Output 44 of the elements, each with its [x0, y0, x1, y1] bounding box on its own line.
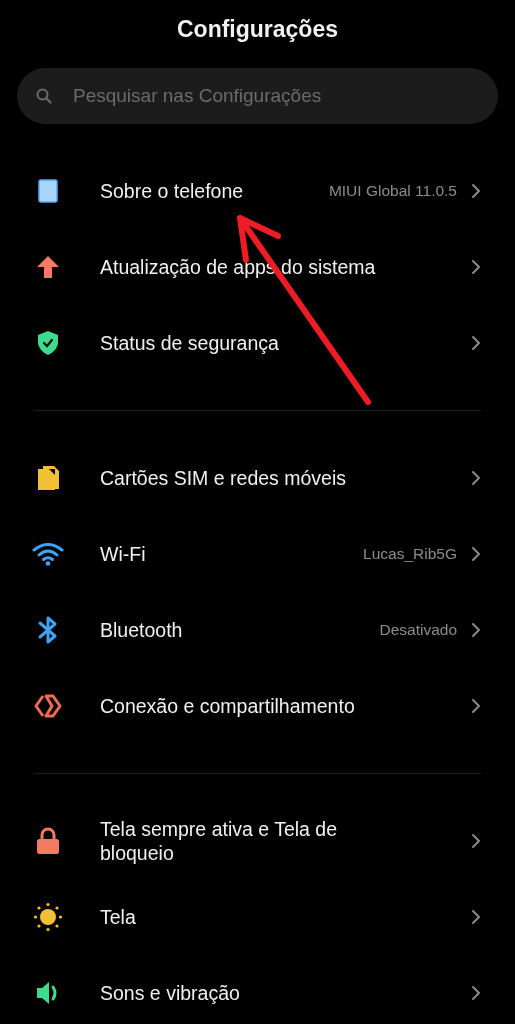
chevron-icon: [471, 909, 481, 925]
settings-item[interactable]: Wi-Fi Lucas_Rib5G: [0, 516, 515, 592]
bluetooth-icon: [37, 615, 59, 645]
item-value: MIUI Global 11.0.5: [328, 182, 457, 200]
item-label: Tela: [100, 905, 136, 929]
sim-card-icon: [36, 465, 60, 491]
chevron-icon: [471, 546, 481, 562]
settings-item[interactable]: Cartões SIM e redes móveis: [0, 440, 515, 516]
chevron-icon: [471, 833, 481, 849]
item-value: Desativado: [379, 621, 457, 639]
chevron-icon: [471, 183, 481, 199]
settings-item[interactable]: Tela sempre ativa e Tela de bloqueio: [0, 803, 515, 879]
chevron-icon: [471, 985, 481, 1001]
settings-item[interactable]: Conexão e compartilhamento: [0, 668, 515, 744]
search-field[interactable]: Pesquisar nas Configurações: [71, 84, 498, 108]
chevron-icon: [471, 259, 481, 275]
item-value: Lucas_Rib5G: [363, 545, 457, 563]
settings-item[interactable]: Tela: [0, 879, 515, 955]
search-icon: [35, 87, 53, 105]
search-bar[interactable]: Pesquisar nas Configurações: [17, 68, 498, 124]
settings-item[interactable]: Sobre o telefone MIUI Global 11.0.5: [0, 153, 515, 229]
chevron-icon: [471, 622, 481, 638]
lock-icon: [36, 827, 60, 855]
item-label: Sons e vibração: [100, 981, 240, 1005]
chevron-icon: [471, 698, 481, 714]
settings-item[interactable]: Status de segurança: [0, 305, 515, 381]
item-label: Sobre o telefone: [100, 179, 244, 203]
item-label: Bluetooth: [100, 618, 183, 642]
phone-icon: [38, 179, 58, 203]
chevron-icon: [471, 335, 481, 351]
sun-icon: [33, 902, 63, 932]
up-arrow-icon: [36, 255, 60, 279]
shield-icon: [37, 330, 59, 356]
item-label: Conexão e compartilhamento: [100, 694, 355, 718]
settings-item[interactable]: Bluetooth Desativado: [0, 592, 515, 668]
settings-item[interactable]: Sons e vibração: [0, 955, 515, 1024]
page-title: Configurações: [176, 15, 339, 44]
item-label: Cartões SIM e redes móveis: [100, 466, 346, 490]
item-label: Status de segurança: [100, 331, 279, 355]
chevron-icon: [471, 470, 481, 486]
item-label: Wi-Fi: [100, 542, 146, 566]
item-label: Tela sempre ativa e Tela de bloqueio: [100, 817, 339, 865]
share-icon: [33, 693, 63, 719]
wifi-icon: [32, 542, 64, 566]
